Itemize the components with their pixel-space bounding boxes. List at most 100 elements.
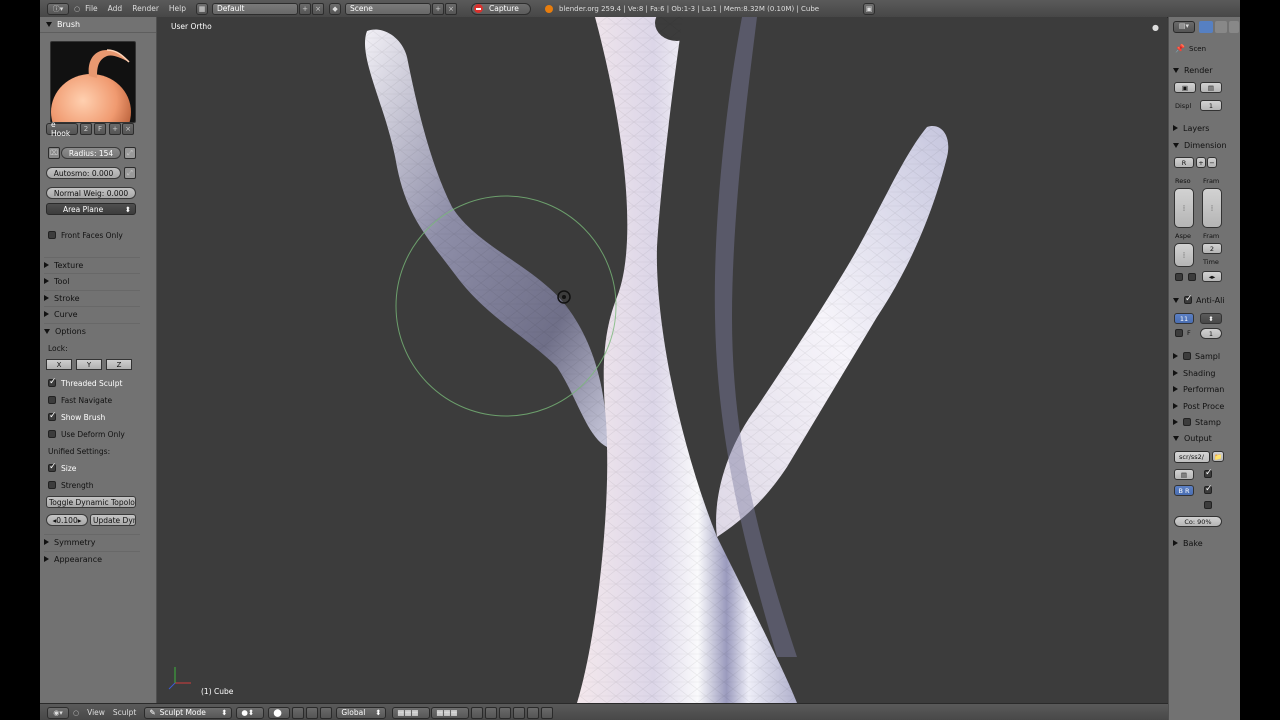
radius-slider[interactable]: Radius: 154 xyxy=(61,147,121,159)
anti-aliasing-panel-header[interactable]: Anti-Ali xyxy=(1173,293,1239,307)
scene-context-tab-icon[interactable] xyxy=(1215,21,1227,33)
menu-help[interactable]: Help xyxy=(169,4,186,13)
manipulator-toggle-icon[interactable] xyxy=(292,706,305,719)
show-brush-checkbox[interactable] xyxy=(48,411,57,421)
add-preset-icon[interactable]: + xyxy=(1196,157,1206,168)
file-format-select[interactable]: ▤ xyxy=(1174,469,1194,480)
time-old-field[interactable]: ◂▸ xyxy=(1202,271,1222,282)
aa-samples-select[interactable]: ⬍ xyxy=(1200,313,1222,324)
brush-name-field[interactable]: e Hook xyxy=(46,120,78,138)
texture-panel-header[interactable]: Texture xyxy=(44,257,140,272)
remove-screen-icon[interactable]: × xyxy=(312,2,325,15)
threaded-sculpt-checkbox[interactable] xyxy=(48,377,57,387)
post-processing-panel-header[interactable]: Post Proce xyxy=(1173,399,1239,413)
compression-slider[interactable]: Co: 90% xyxy=(1174,516,1222,527)
dimensions-panel-header[interactable]: Dimension xyxy=(1173,138,1239,152)
options-panel-header[interactable]: Options xyxy=(44,323,140,338)
render-animation-button[interactable]: ▤ xyxy=(1200,82,1222,93)
rotate-icon[interactable] xyxy=(320,706,333,719)
render-preview-icon[interactable] xyxy=(513,706,526,719)
unified-strength-checkbox[interactable] xyxy=(48,481,56,489)
add-scene-icon[interactable]: + xyxy=(432,2,445,15)
render-panel-header[interactable]: Render xyxy=(1173,63,1239,77)
render-context-tab-icon[interactable] xyxy=(1199,21,1213,33)
autosmooth-slider[interactable]: Autosmo: 0.000 xyxy=(46,167,121,179)
bake-panel-header[interactable]: Bake xyxy=(1173,536,1239,550)
menu-file[interactable]: File xyxy=(85,4,98,13)
unlink-brush-icon[interactable]: × xyxy=(122,123,134,135)
full-sample-checkbox[interactable] xyxy=(1175,329,1183,337)
pin-icon[interactable]: 📌 xyxy=(1175,44,1185,53)
symmetry-panel-header[interactable]: Symmetry xyxy=(44,534,140,549)
capture-button[interactable]: Capture xyxy=(471,2,532,15)
output-panel-header[interactable]: Output xyxy=(1173,431,1239,445)
fast-navigate-checkbox[interactable] xyxy=(48,396,56,404)
mode-select[interactable]: ✎ Sculpt Mode ⬍ xyxy=(144,706,233,719)
lock-y-button[interactable]: Y xyxy=(76,359,102,370)
screen-layout-icon[interactable]: ▦ xyxy=(196,2,209,15)
transform-orientation-select[interactable]: Global ⬍ xyxy=(336,706,387,719)
detail-size-field[interactable]: ◂ 0.100 ▸ xyxy=(46,514,88,526)
frame-range-fields[interactable]: ⋮ xyxy=(1202,188,1222,228)
snap-icon[interactable] xyxy=(485,706,498,719)
display-select[interactable]: 1 xyxy=(1200,100,1222,111)
motion-blur-panel-header[interactable]: Sampl xyxy=(1173,349,1239,363)
scene-icon[interactable]: ◆ xyxy=(329,2,342,15)
radius-unit-icon[interactable]: ⌧ xyxy=(48,147,60,159)
performance-panel-header[interactable]: Performan xyxy=(1173,382,1239,396)
screen-layout-field[interactable]: Default xyxy=(212,2,299,15)
brush-preview[interactable] xyxy=(50,41,136,123)
world-context-tab-icon[interactable] xyxy=(1229,21,1239,33)
anti-aliasing-checkbox[interactable] xyxy=(1184,294,1193,304)
fake-user-button[interactable]: F xyxy=(94,123,106,135)
3d-view-editor-type-button[interactable]: ◉▾ xyxy=(47,706,69,719)
lock-z-button[interactable]: Z xyxy=(106,359,132,370)
new-brush-icon[interactable]: + xyxy=(109,123,121,135)
update-dyntopo-button[interactable]: Update Dyn xyxy=(90,514,136,526)
render-image-button[interactable]: ▣ xyxy=(1174,82,1196,93)
layer-lock-icon[interactable] xyxy=(471,706,484,719)
menu-view[interactable]: View xyxy=(87,708,105,717)
border-checkbox[interactable] xyxy=(1175,273,1183,281)
folder-browse-icon[interactable]: 📁 xyxy=(1212,451,1224,462)
collapse-menu-icon[interactable]: ○ xyxy=(74,5,80,13)
lock-x-button[interactable]: X xyxy=(46,359,72,370)
output-path-field[interactable]: scr/ss2/ xyxy=(1174,451,1210,463)
layers-grid[interactable]: ▦▦▦ xyxy=(392,706,431,719)
crop-checkbox[interactable] xyxy=(1188,273,1196,281)
layers-panel-header[interactable]: Layers xyxy=(1173,121,1239,135)
remove-preset-icon[interactable]: − xyxy=(1207,157,1217,168)
scene-field[interactable]: Scene xyxy=(345,2,432,15)
translate-icon[interactable] xyxy=(306,706,319,719)
unified-size-checkbox[interactable] xyxy=(48,462,57,472)
3d-viewport[interactable]: User Ortho (1) Cube ● ● xyxy=(157,17,1167,703)
overwrite-checkbox[interactable] xyxy=(1204,484,1213,494)
curve-panel-header[interactable]: Curve xyxy=(44,306,140,321)
collapse-menu-icon[interactable]: ○ xyxy=(73,709,79,717)
stroke-panel-header[interactable]: Stroke xyxy=(44,290,140,305)
stamp-checkbox[interactable] xyxy=(1183,418,1191,426)
aa-samples-button[interactable]: 11 xyxy=(1174,313,1194,324)
viewport-shading-select[interactable]: ●⬍ xyxy=(236,706,265,719)
frame-rate-select[interactable]: 2 xyxy=(1202,243,1222,254)
shading-panel-header[interactable]: Shading xyxy=(1173,366,1239,380)
menu-render[interactable]: Render xyxy=(132,4,159,13)
menu-add[interactable]: Add xyxy=(108,4,123,13)
radius-pressure-icon[interactable]: ⤢ xyxy=(124,147,136,159)
normal-weight-slider[interactable]: Normal Weig: 0.000 xyxy=(46,187,136,199)
proportional-edit-icon[interactable] xyxy=(499,706,512,719)
brush-panel-header[interactable]: Brush xyxy=(40,17,156,33)
use-deform-only-checkbox[interactable] xyxy=(48,430,56,438)
appearance-panel-header[interactable]: Appearance xyxy=(44,551,140,566)
aa-filter-size[interactable]: 1 xyxy=(1200,328,1222,339)
fullscreen-icon[interactable]: ▣ xyxy=(863,2,876,15)
color-mode-buttons[interactable]: B R xyxy=(1174,485,1194,496)
front-faces-checkbox[interactable] xyxy=(48,231,56,239)
remove-scene-icon[interactable]: × xyxy=(445,2,458,15)
properties-editor-type-button[interactable]: ▤▾ xyxy=(1173,21,1195,33)
file-extensions-checkbox[interactable] xyxy=(1204,468,1213,478)
pivot-point-select[interactable]: ⬤ xyxy=(268,706,291,719)
render-preset-select[interactable]: R xyxy=(1174,157,1194,168)
opengl-animation-icon[interactable] xyxy=(541,706,554,719)
autosmooth-pressure-icon[interactable]: ⤢ xyxy=(124,167,136,179)
